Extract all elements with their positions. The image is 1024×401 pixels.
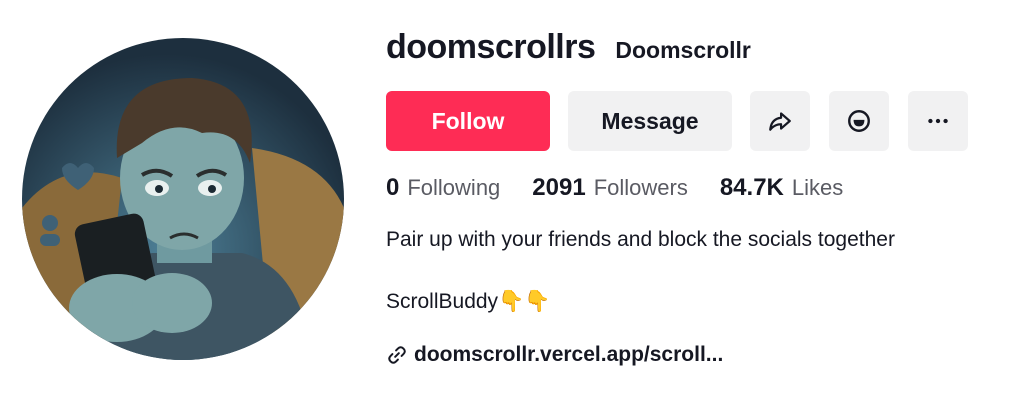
stat-following[interactable]: 0 Following xyxy=(386,174,500,202)
nickname: Doomscrollr xyxy=(615,37,751,63)
stat-followers[interactable]: 2091 Followers xyxy=(532,174,688,202)
stat-likes: 84.7K Likes xyxy=(720,174,843,202)
name-row: doomscrollrs Doomscrollr xyxy=(386,28,1024,72)
username: doomscrollrs xyxy=(386,28,596,66)
share-arrow-icon xyxy=(769,112,791,131)
following-label: Following xyxy=(407,175,501,200)
avatar-illustration xyxy=(22,38,344,360)
bio-link[interactable]: doomscrollr.vercel.app/scroll... xyxy=(386,343,723,367)
bio-line-2: ScrollBuddy👇👇 xyxy=(386,290,551,313)
likes-label: Likes xyxy=(791,175,844,200)
bio-link-text: doomscrollr.vercel.app/scroll... xyxy=(414,343,724,366)
link-icon xyxy=(388,346,406,364)
emoji-button[interactable] xyxy=(829,91,889,151)
follow-button[interactable]: Follow xyxy=(386,91,550,151)
likes-count: 84.7K xyxy=(719,174,784,201)
bio-line-1: Pair up with your friends and block the … xyxy=(386,228,895,251)
followers-label: Followers xyxy=(593,175,688,200)
profile-info: doomscrollrs Doomscrollr Follow Message xyxy=(386,28,1024,366)
action-buttons: Follow Message xyxy=(386,91,987,151)
more-button[interactable] xyxy=(908,91,968,151)
message-button[interactable]: Message xyxy=(568,91,732,151)
avatar[interactable] xyxy=(22,38,344,360)
following-count: 0 xyxy=(386,174,400,201)
followers-count: 2091 xyxy=(532,174,586,201)
profile-stats: 0 Following 2091 Followers 84.7K Likes xyxy=(386,174,875,202)
smile-face-icon xyxy=(848,110,870,132)
more-dots-icon xyxy=(928,118,948,124)
share-button[interactable] xyxy=(750,91,810,151)
